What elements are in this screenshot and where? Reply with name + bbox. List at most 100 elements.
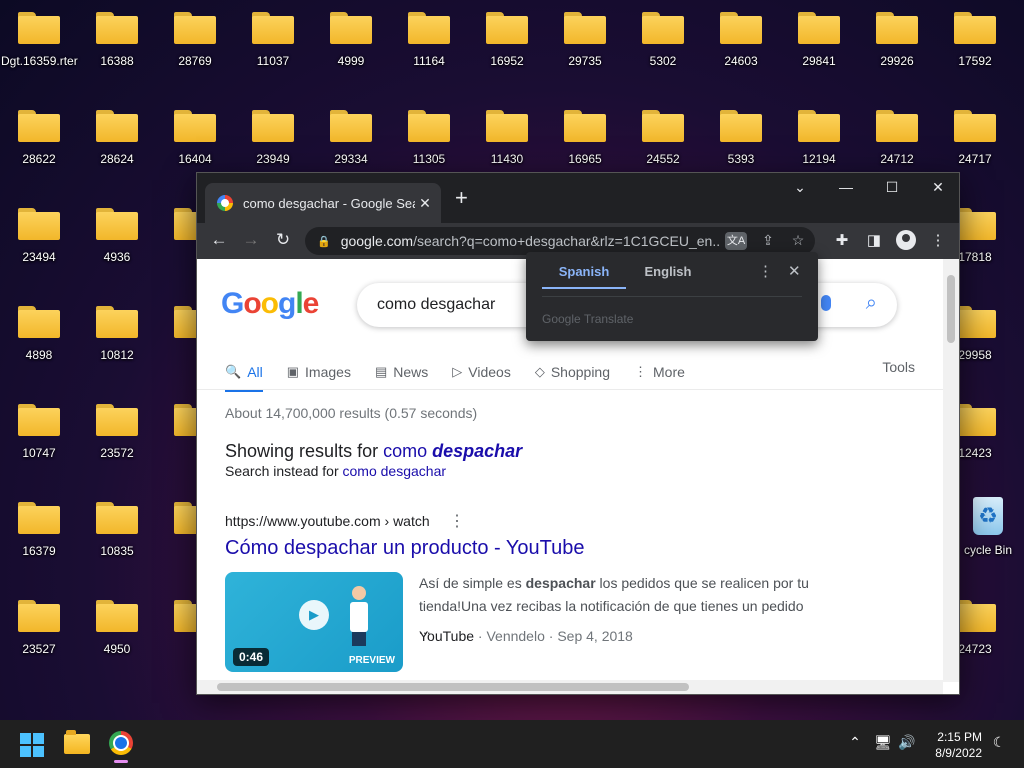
desktop-folder[interactable]: 10747	[1, 404, 77, 460]
desktop-folder[interactable]: 17592	[937, 12, 1013, 68]
translate-popup: Spanish English ⋮ ✕ Google Translate	[526, 252, 818, 341]
desktop-folder[interactable]: 16404	[157, 110, 233, 166]
network-icon[interactable]: 🖥	[872, 734, 894, 751]
tab-all[interactable]: 🔍 All	[225, 359, 263, 392]
tab-videos[interactable]: ▷ Videos	[452, 359, 511, 385]
desktop-folder[interactable]: 4950	[79, 600, 155, 656]
desktop-folder[interactable]: 29735	[547, 12, 623, 68]
google-logo[interactable]: Google	[221, 287, 319, 321]
tab-more[interactable]: ⋮ More	[634, 359, 685, 385]
desktop-folder[interactable]: 11305	[391, 110, 467, 166]
desktop-folder[interactable]: 12194	[781, 110, 857, 166]
address-bar[interactable]: 🔒 google.com/search?q=como+desgachar&rlz…	[305, 227, 815, 255]
desktop-folder-label: 29841	[802, 54, 836, 68]
folder-icon	[18, 12, 60, 44]
desktop-folder[interactable]: 24717	[937, 110, 1013, 166]
corrected-query-link[interactable]: como despachar	[383, 441, 522, 461]
chrome-menu-icon[interactable]: ⋮	[927, 231, 949, 249]
result-options-icon[interactable]: ⋮	[449, 511, 465, 531]
desktop-folder[interactable]: 4936	[79, 208, 155, 264]
profile-avatar-icon[interactable]	[896, 230, 916, 250]
video-thumbnail[interactable]: ▶ 0:46 PREVIEW	[225, 572, 403, 672]
desktop-folder[interactable]: 16965	[547, 110, 623, 166]
desktop-folder[interactable]: 29926	[859, 12, 935, 68]
new-tab-icon[interactable]: +	[455, 187, 468, 209]
play-icon: ▶	[299, 600, 329, 630]
desktop-folder[interactable]: 24552	[625, 110, 701, 166]
desktop-folder[interactable]: 10812	[79, 306, 155, 362]
extensions-icon[interactable]: ✚	[831, 231, 853, 249]
file-explorer-icon[interactable]	[64, 730, 90, 754]
desktop-folder[interactable]: Dgt.16359.rter	[1, 12, 78, 68]
close-window-icon[interactable]: ✕	[923, 179, 953, 196]
desktop-folder[interactable]: 23494	[1, 208, 77, 264]
folder-icon	[18, 600, 60, 632]
maximize-icon[interactable]: ☐	[877, 179, 907, 196]
reload-icon[interactable]: ↻	[271, 230, 295, 250]
desktop-folder[interactable]: 5302	[625, 12, 701, 68]
desktop-folder[interactable]: 29841	[781, 12, 857, 68]
vertical-scrollbar[interactable]	[943, 259, 959, 682]
translate-tab-english[interactable]: English	[626, 264, 710, 287]
desktop-folder[interactable]: 5393	[703, 110, 779, 166]
result-title-link[interactable]: Cómo despachar un producto - YouTube	[225, 537, 585, 560]
share-icon[interactable]: ⇪	[757, 232, 779, 250]
desktop-folder-label: 24552	[646, 152, 680, 166]
desktop-folder[interactable]: 24712	[859, 110, 935, 166]
tab-images[interactable]: ▣ Images	[287, 359, 351, 385]
translate-options-icon[interactable]: ⋮	[758, 262, 773, 280]
translate-icon[interactable]: 文A	[725, 232, 747, 250]
desktop-folder[interactable]: 16379	[1, 502, 77, 558]
desktop-folder[interactable]: 11164	[391, 12, 467, 68]
folder-icon	[876, 110, 918, 142]
desktop-folder-label: 29926	[880, 54, 914, 68]
desktop-folder[interactable]: 23572	[79, 404, 155, 460]
folder-icon	[408, 12, 450, 44]
tab-search-icon[interactable]: ⌄	[785, 179, 815, 196]
desktop-folder-label: 23527	[22, 642, 56, 656]
desktop-folder[interactable]: 4898	[1, 306, 77, 362]
desktop-folder-label: 11305	[412, 152, 446, 166]
search-icon[interactable]: ⌕	[866, 292, 877, 315]
tools-button[interactable]: Tools	[882, 359, 915, 375]
voice-search-icon[interactable]	[821, 295, 831, 311]
show-hidden-icons-icon[interactable]: ⌃	[844, 734, 866, 751]
desktop-folder-label: 16952	[490, 54, 524, 68]
back-icon[interactable]: ←	[207, 230, 231, 250]
original-query-link[interactable]: como desgachar	[343, 463, 447, 479]
desktop-folder[interactable]: 28622	[1, 110, 77, 166]
minimize-icon[interactable]: —	[831, 179, 861, 195]
videos-tab-icon: ▷	[452, 364, 463, 379]
desktop-folder[interactable]: 24603	[703, 12, 779, 68]
desktop-folder-label: 29735	[568, 54, 602, 68]
desktop-folder[interactable]: 16952	[469, 12, 545, 68]
desktop-folder[interactable]: 28769	[157, 12, 233, 68]
desktop-folder-label: 4936	[103, 250, 131, 264]
start-icon[interactable]	[20, 733, 44, 757]
desktop-folder[interactable]: 23949	[235, 110, 311, 166]
desktop-folder[interactable]: 29334	[313, 110, 389, 166]
desktop-folder[interactable]: 11430	[469, 110, 545, 166]
desktop-folder[interactable]: 16388	[79, 12, 155, 68]
side-panel-icon[interactable]: ◨	[863, 231, 885, 249]
desktop-folder[interactable]: 11037	[235, 12, 311, 68]
browser-tab[interactable]: como desgachar - Google Search ✕	[205, 183, 441, 223]
notifications-icon[interactable]: ☾	[988, 734, 1010, 751]
volume-icon[interactable]: 🔊	[896, 734, 918, 751]
translate-close-icon[interactable]: ✕	[788, 262, 801, 280]
desktop-folder[interactable]: 28624	[79, 110, 155, 166]
clock[interactable]: 2:15 PM 8/9/2022	[926, 729, 982, 761]
recycle-bin[interactable]: ♻ cycle Bin	[952, 497, 1024, 557]
tab-shopping[interactable]: ◇ Shopping	[535, 359, 610, 385]
desktop-folder[interactable]: 10835	[79, 502, 155, 558]
chrome-taskbar-icon[interactable]	[109, 731, 133, 755]
desktop-folder[interactable]: 4999	[313, 12, 389, 68]
translate-tab-spanish[interactable]: Spanish	[542, 264, 626, 289]
horizontal-scrollbar[interactable]	[197, 680, 943, 694]
tab-news[interactable]: ▤ News	[375, 359, 428, 385]
bookmark-star-icon[interactable]: ☆	[787, 232, 809, 250]
desktop-folder-label: 5393	[727, 152, 755, 166]
tab-close-icon[interactable]: ✕	[415, 195, 435, 212]
forward-icon[interactable]: →	[239, 230, 263, 250]
desktop-folder[interactable]: 23527	[1, 600, 77, 656]
